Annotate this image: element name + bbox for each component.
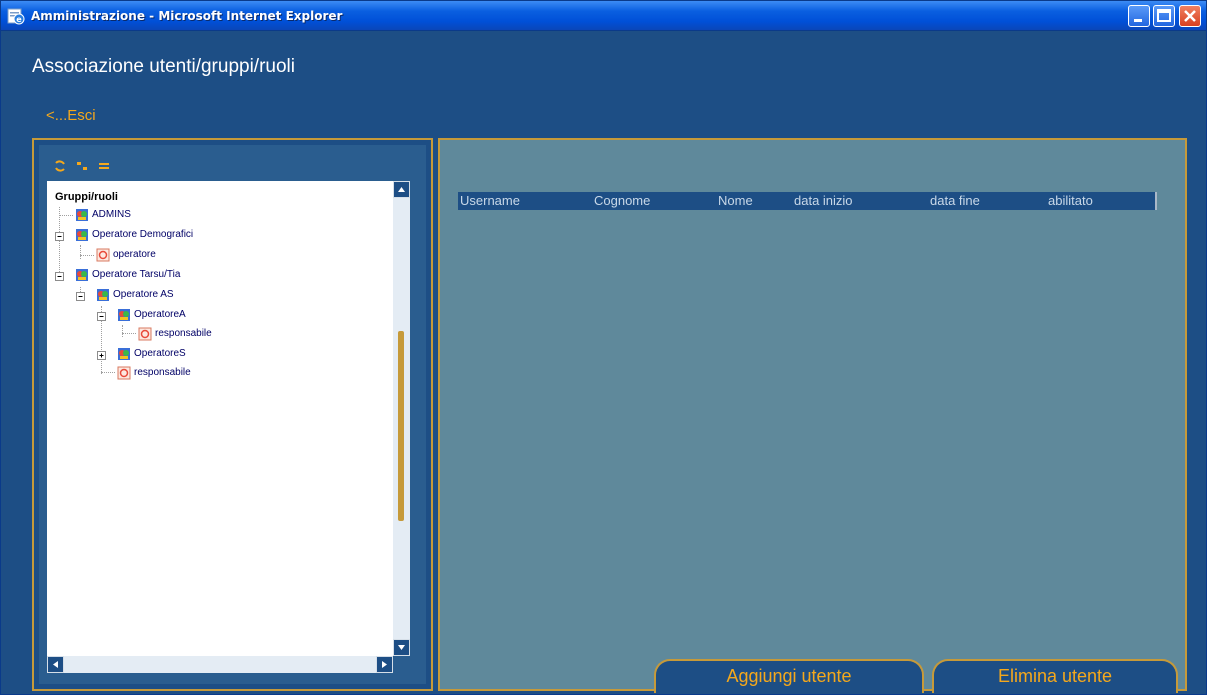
scroll-right-button[interactable] <box>376 656 393 673</box>
close-icon <box>1184 10 1196 22</box>
arrow-down-icon <box>398 645 405 650</box>
close-button[interactable] <box>1179 5 1201 27</box>
minus-icon <box>99 316 104 317</box>
tree-node-label: responsabile <box>134 367 191 378</box>
tree-node-operatore[interactable]: operatore <box>47 247 247 265</box>
plus-icon <box>99 353 104 358</box>
collapse-toggle[interactable] <box>55 232 64 241</box>
group-icon <box>118 348 130 360</box>
groups-roles-panel: Gruppi/ruoli ADMINS Operatore Demografic… <box>32 138 433 691</box>
add-user-button[interactable]: Aggiungi utente <box>654 659 924 693</box>
minimize-icon <box>1134 19 1142 22</box>
minimize-button[interactable] <box>1128 5 1150 27</box>
scroll-down-button[interactable] <box>393 639 410 656</box>
tree-node-label: OperatoreS <box>134 348 186 359</box>
tree-node-operatore-demografici[interactable]: Operatore Demografici <box>47 227 287 245</box>
remove-user-label: Elimina utente <box>997 666 1113 686</box>
column-header-abilitato[interactable]: abilitato <box>1048 193 1093 208</box>
users-grid-header: Username Cognome Nome data inizio data f… <box>458 192 1157 210</box>
column-header-nome[interactable]: Nome <box>718 193 753 208</box>
column-header-cognome[interactable]: Cognome <box>594 193 650 208</box>
groups-roles-tree[interactable]: Gruppi/ruoli ADMINS Operatore Demografic… <box>47 181 393 656</box>
arrow-left-icon <box>53 661 58 668</box>
add-user-label: Aggiungi utente <box>726 666 852 686</box>
tree-horizontal-scrollbar[interactable] <box>47 656 393 673</box>
tree-vertical-scrollbar[interactable] <box>393 181 410 656</box>
group-icon <box>76 269 88 281</box>
window-title: Amministrazione - Microsoft Internet Exp… <box>31 9 343 23</box>
scroll-left-button[interactable] <box>47 656 64 673</box>
role-icon <box>117 366 131 380</box>
collapse-toggle[interactable] <box>97 312 106 321</box>
group-icon <box>97 289 109 301</box>
collapse-toggle[interactable] <box>55 272 64 281</box>
tree-node-label: Operatore AS <box>113 289 174 300</box>
svg-text:e: e <box>16 15 22 24</box>
role-icon <box>96 248 110 262</box>
tree-node-label: operatore <box>113 249 156 260</box>
tree-node-operatore-tarsu-tia[interactable]: Operatore Tarsu/Tia <box>47 267 287 285</box>
collapse-toggle[interactable] <box>76 292 85 301</box>
tree-node-responsabile[interactable]: responsabile <box>47 365 287 383</box>
group-icon <box>76 229 88 241</box>
minus-icon <box>57 276 62 277</box>
scroll-thumb[interactable] <box>398 331 404 521</box>
tree-node-label: OperatoreA <box>134 309 186 320</box>
tree-node-admins[interactable]: ADMINS <box>47 207 247 225</box>
browser-window: e Amministrazione - Microsoft Internet E… <box>0 0 1207 695</box>
role-icon <box>138 327 152 341</box>
internet-explorer-icon: e <box>7 8 25 25</box>
users-panel: Username Cognome Nome data inizio data f… <box>438 138 1187 693</box>
refresh-icon[interactable] <box>53 159 67 173</box>
tree-node-operatores[interactable]: OperatoreS <box>47 346 287 364</box>
tree-node-label: Operatore Tarsu/Tia <box>92 269 181 280</box>
minus-icon <box>78 296 83 297</box>
arrow-up-icon <box>398 187 405 192</box>
tree-node-label: ADMINS <box>92 209 131 220</box>
group-icon <box>76 209 88 221</box>
collapse-all-icon[interactable] <box>97 159 111 173</box>
arrow-right-icon <box>382 661 387 668</box>
tree-node-label: responsabile <box>155 328 212 339</box>
tree-header: Gruppi/ruoli <box>55 191 118 203</box>
column-header-username[interactable]: Username <box>460 193 520 208</box>
title-bar[interactable]: e Amministrazione - Microsoft Internet E… <box>1 1 1206 31</box>
maximize-button[interactable] <box>1153 5 1175 27</box>
group-icon <box>118 309 130 321</box>
expand-all-icon[interactable] <box>75 159 89 173</box>
tree-node-operatore-as[interactable]: Operatore AS <box>47 287 287 305</box>
tree-node-responsabile[interactable]: responsabile <box>47 326 287 344</box>
remove-user-button[interactable]: Elimina utente <box>932 659 1178 693</box>
tree-node-operatorea[interactable]: OperatoreA <box>47 307 287 325</box>
column-header-data-inizio[interactable]: data inizio <box>794 193 853 208</box>
exit-link[interactable]: <...Esci <box>46 107 96 124</box>
minus-icon <box>57 236 62 237</box>
expand-toggle[interactable] <box>97 351 106 360</box>
tree-node-label: Operatore Demografici <box>92 229 194 240</box>
scroll-up-button[interactable] <box>393 181 410 198</box>
page-title: Associazione utenti/gruppi/ruoli <box>32 56 295 77</box>
groups-roles-inner: Gruppi/ruoli ADMINS Operatore Demografic… <box>39 145 426 684</box>
maximize-icon <box>1157 9 1171 22</box>
column-header-data-fine[interactable]: data fine <box>930 193 980 208</box>
